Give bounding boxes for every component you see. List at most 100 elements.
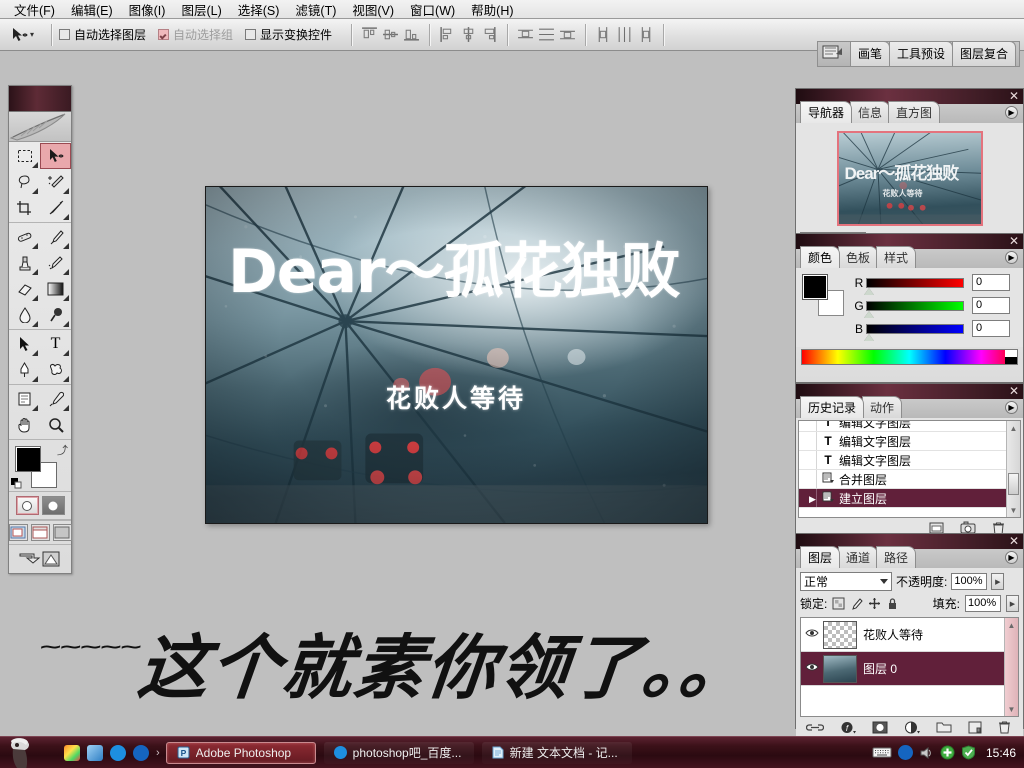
link-layers-icon[interactable] — [806, 722, 824, 733]
tool-type[interactable]: T — [40, 331, 71, 357]
jump-to-imageready-button[interactable] — [9, 544, 71, 573]
menu-item-view[interactable]: 视图(V) — [344, 0, 402, 20]
taskbar-window-browser[interactable]: photoshop吧_百度... — [324, 742, 474, 764]
layer-list[interactable]: 花败人等待 图层 0 ▲ ▼ — [800, 617, 1019, 717]
layer-row[interactable]: 图层 0 — [801, 652, 1018, 686]
navigator-thumbnail[interactable]: Dear～孤花独败 花败人等待 — [837, 131, 983, 226]
tool-blur[interactable] — [9, 302, 40, 328]
tool-path-selection[interactable] — [9, 331, 40, 357]
delete-layer-icon[interactable] — [998, 720, 1011, 734]
opacity-input[interactable]: 100% — [951, 573, 987, 590]
tab-paths[interactable]: 路径 — [876, 546, 916, 568]
default-colors-icon[interactable] — [11, 478, 22, 489]
blend-mode-select[interactable]: 正常 — [800, 572, 892, 591]
menu-item-select[interactable]: 选择(S) — [230, 0, 288, 20]
tool-healing-brush[interactable] — [9, 224, 40, 250]
kingsoft-icon[interactable] — [898, 745, 913, 760]
close-icon[interactable]: ✕ — [1009, 234, 1019, 248]
align-right-edges-icon[interactable] — [481, 26, 498, 43]
tab-layers[interactable]: 图层 — [800, 546, 840, 568]
align-top-edges-icon[interactable] — [361, 26, 378, 43]
lock-image-pixels-icon[interactable] — [850, 597, 863, 610]
close-icon[interactable]: ✕ — [1009, 534, 1019, 548]
update-icon[interactable] — [940, 745, 955, 760]
menu-item-layer[interactable]: 图层(L) — [173, 0, 229, 20]
taskbar-window-notepad[interactable]: 新建 文本文档 - 记... — [482, 742, 632, 764]
layer-thumbnail[interactable] — [823, 655, 857, 683]
tool-crop[interactable] — [9, 195, 40, 221]
taskbar-clock[interactable]: 15:46 — [982, 746, 1016, 760]
foreground-color-swatch[interactable] — [15, 446, 41, 472]
swap-colors-icon[interactable]: ⤴ — [57, 442, 68, 458]
tool-slice[interactable] — [40, 195, 71, 221]
red-slider[interactable] — [866, 278, 964, 288]
tool-pen[interactable] — [9, 357, 40, 383]
standard-screen-mode-button[interactable] — [9, 524, 28, 541]
shield-icon[interactable] — [961, 745, 976, 760]
tool-rectangular-marquee[interactable] — [9, 143, 40, 169]
file-browser-icon[interactable] — [822, 43, 844, 63]
red-value-input[interactable]: 0 — [972, 274, 1010, 291]
history-state-list[interactable]: T 编辑文字图层 T 编辑文字图层 T 编辑文字图层 合并 — [798, 420, 1021, 518]
menu-item-file[interactable]: 文件(F) — [6, 0, 63, 20]
tool-custom-shape[interactable] — [40, 357, 71, 383]
align-vertical-centers-icon[interactable] — [382, 26, 399, 43]
lock-transparent-pixels-icon[interactable] — [832, 597, 845, 610]
palette-tab-tool-presets[interactable]: 工具预设 — [889, 41, 953, 66]
new-layer-icon[interactable] — [968, 721, 982, 734]
tool-zoom[interactable] — [40, 412, 71, 438]
tool-eraser[interactable] — [9, 276, 40, 302]
align-bottom-edges-icon[interactable] — [403, 26, 420, 43]
align-horizontal-centers-icon[interactable] — [460, 26, 477, 43]
history-snapshot-checkbox[interactable] — [799, 451, 817, 469]
history-item[interactable]: T 编辑文字图层 — [799, 420, 1020, 432]
palette-tab-layer-comps[interactable]: 图层复合 — [952, 41, 1016, 66]
quick-mask-mode-button[interactable] — [42, 496, 65, 515]
lock-position-icon[interactable] — [868, 597, 881, 610]
scroll-down-icon[interactable]: ▼ — [1007, 503, 1020, 517]
taskbar-window-photoshop[interactable]: P Adobe Photoshop — [166, 742, 316, 764]
menu-item-filter[interactable]: 滤镜(T) — [287, 0, 344, 20]
history-snapshot-checkbox[interactable] — [799, 432, 817, 450]
fill-stepper[interactable]: ▶ — [1006, 595, 1019, 612]
tab-history[interactable]: 历史记录 — [800, 396, 864, 418]
tool-eyedropper[interactable] — [40, 386, 71, 412]
green-value-input[interactable]: 0 — [972, 297, 1010, 314]
scroll-up-icon[interactable]: ▲ — [1005, 618, 1018, 632]
blue-slider-thumb[interactable] — [864, 334, 874, 341]
distribute-vertical-center-icon[interactable] — [538, 26, 555, 43]
blue-value-input[interactable]: 0 — [972, 320, 1010, 337]
distribute-bottom-icon[interactable] — [559, 26, 576, 43]
scrollbar-thumb[interactable] — [1008, 473, 1019, 495]
tool-notes[interactable] — [9, 386, 40, 412]
history-item[interactable]: T 编辑文字图层 — [799, 432, 1020, 451]
close-icon[interactable]: ✕ — [1009, 89, 1019, 103]
red-slider-thumb[interactable] — [864, 288, 874, 295]
lock-all-icon[interactable] — [886, 597, 899, 610]
auto-select-layer-checkbox[interactable]: 自动选择图层 — [59, 26, 146, 43]
standard-mode-button[interactable] — [16, 496, 39, 515]
tab-swatches[interactable]: 色板 — [838, 246, 878, 268]
add-layer-mask-icon[interactable] — [872, 721, 888, 734]
tab-histogram[interactable]: 直方图 — [888, 101, 940, 123]
toolbox-drag-handle[interactable] — [9, 86, 71, 112]
eye-icon[interactable] — [801, 628, 823, 641]
panel-menu-icon[interactable]: ▶ — [1005, 251, 1018, 264]
menu-item-window[interactable]: 窗口(W) — [402, 0, 463, 20]
scroll-down-icon[interactable]: ▼ — [1005, 702, 1018, 716]
blue-slider[interactable] — [866, 324, 964, 334]
history-item[interactable]: T 编辑文字图层 — [799, 451, 1020, 470]
keyboard-ime-icon[interactable] — [872, 746, 892, 759]
tool-move[interactable] — [40, 143, 71, 169]
document-window[interactable]: Dear～孤花独败 花败人等待 — [205, 186, 708, 524]
layer-thumbnail[interactable] — [823, 621, 857, 649]
new-group-icon[interactable] — [936, 721, 952, 733]
scroll-up-icon[interactable]: ▲ — [1007, 421, 1020, 435]
tool-gradient[interactable] — [40, 276, 71, 302]
menu-item-image[interactable]: 图像(I) — [121, 0, 174, 20]
tool-magic-wand[interactable] — [40, 169, 71, 195]
green-slider-thumb[interactable] — [864, 311, 874, 318]
desktop-icon[interactable] — [64, 745, 80, 761]
quick-launch-more-icon[interactable]: › — [156, 747, 160, 759]
panel-menu-icon[interactable]: ▶ — [1005, 106, 1018, 119]
